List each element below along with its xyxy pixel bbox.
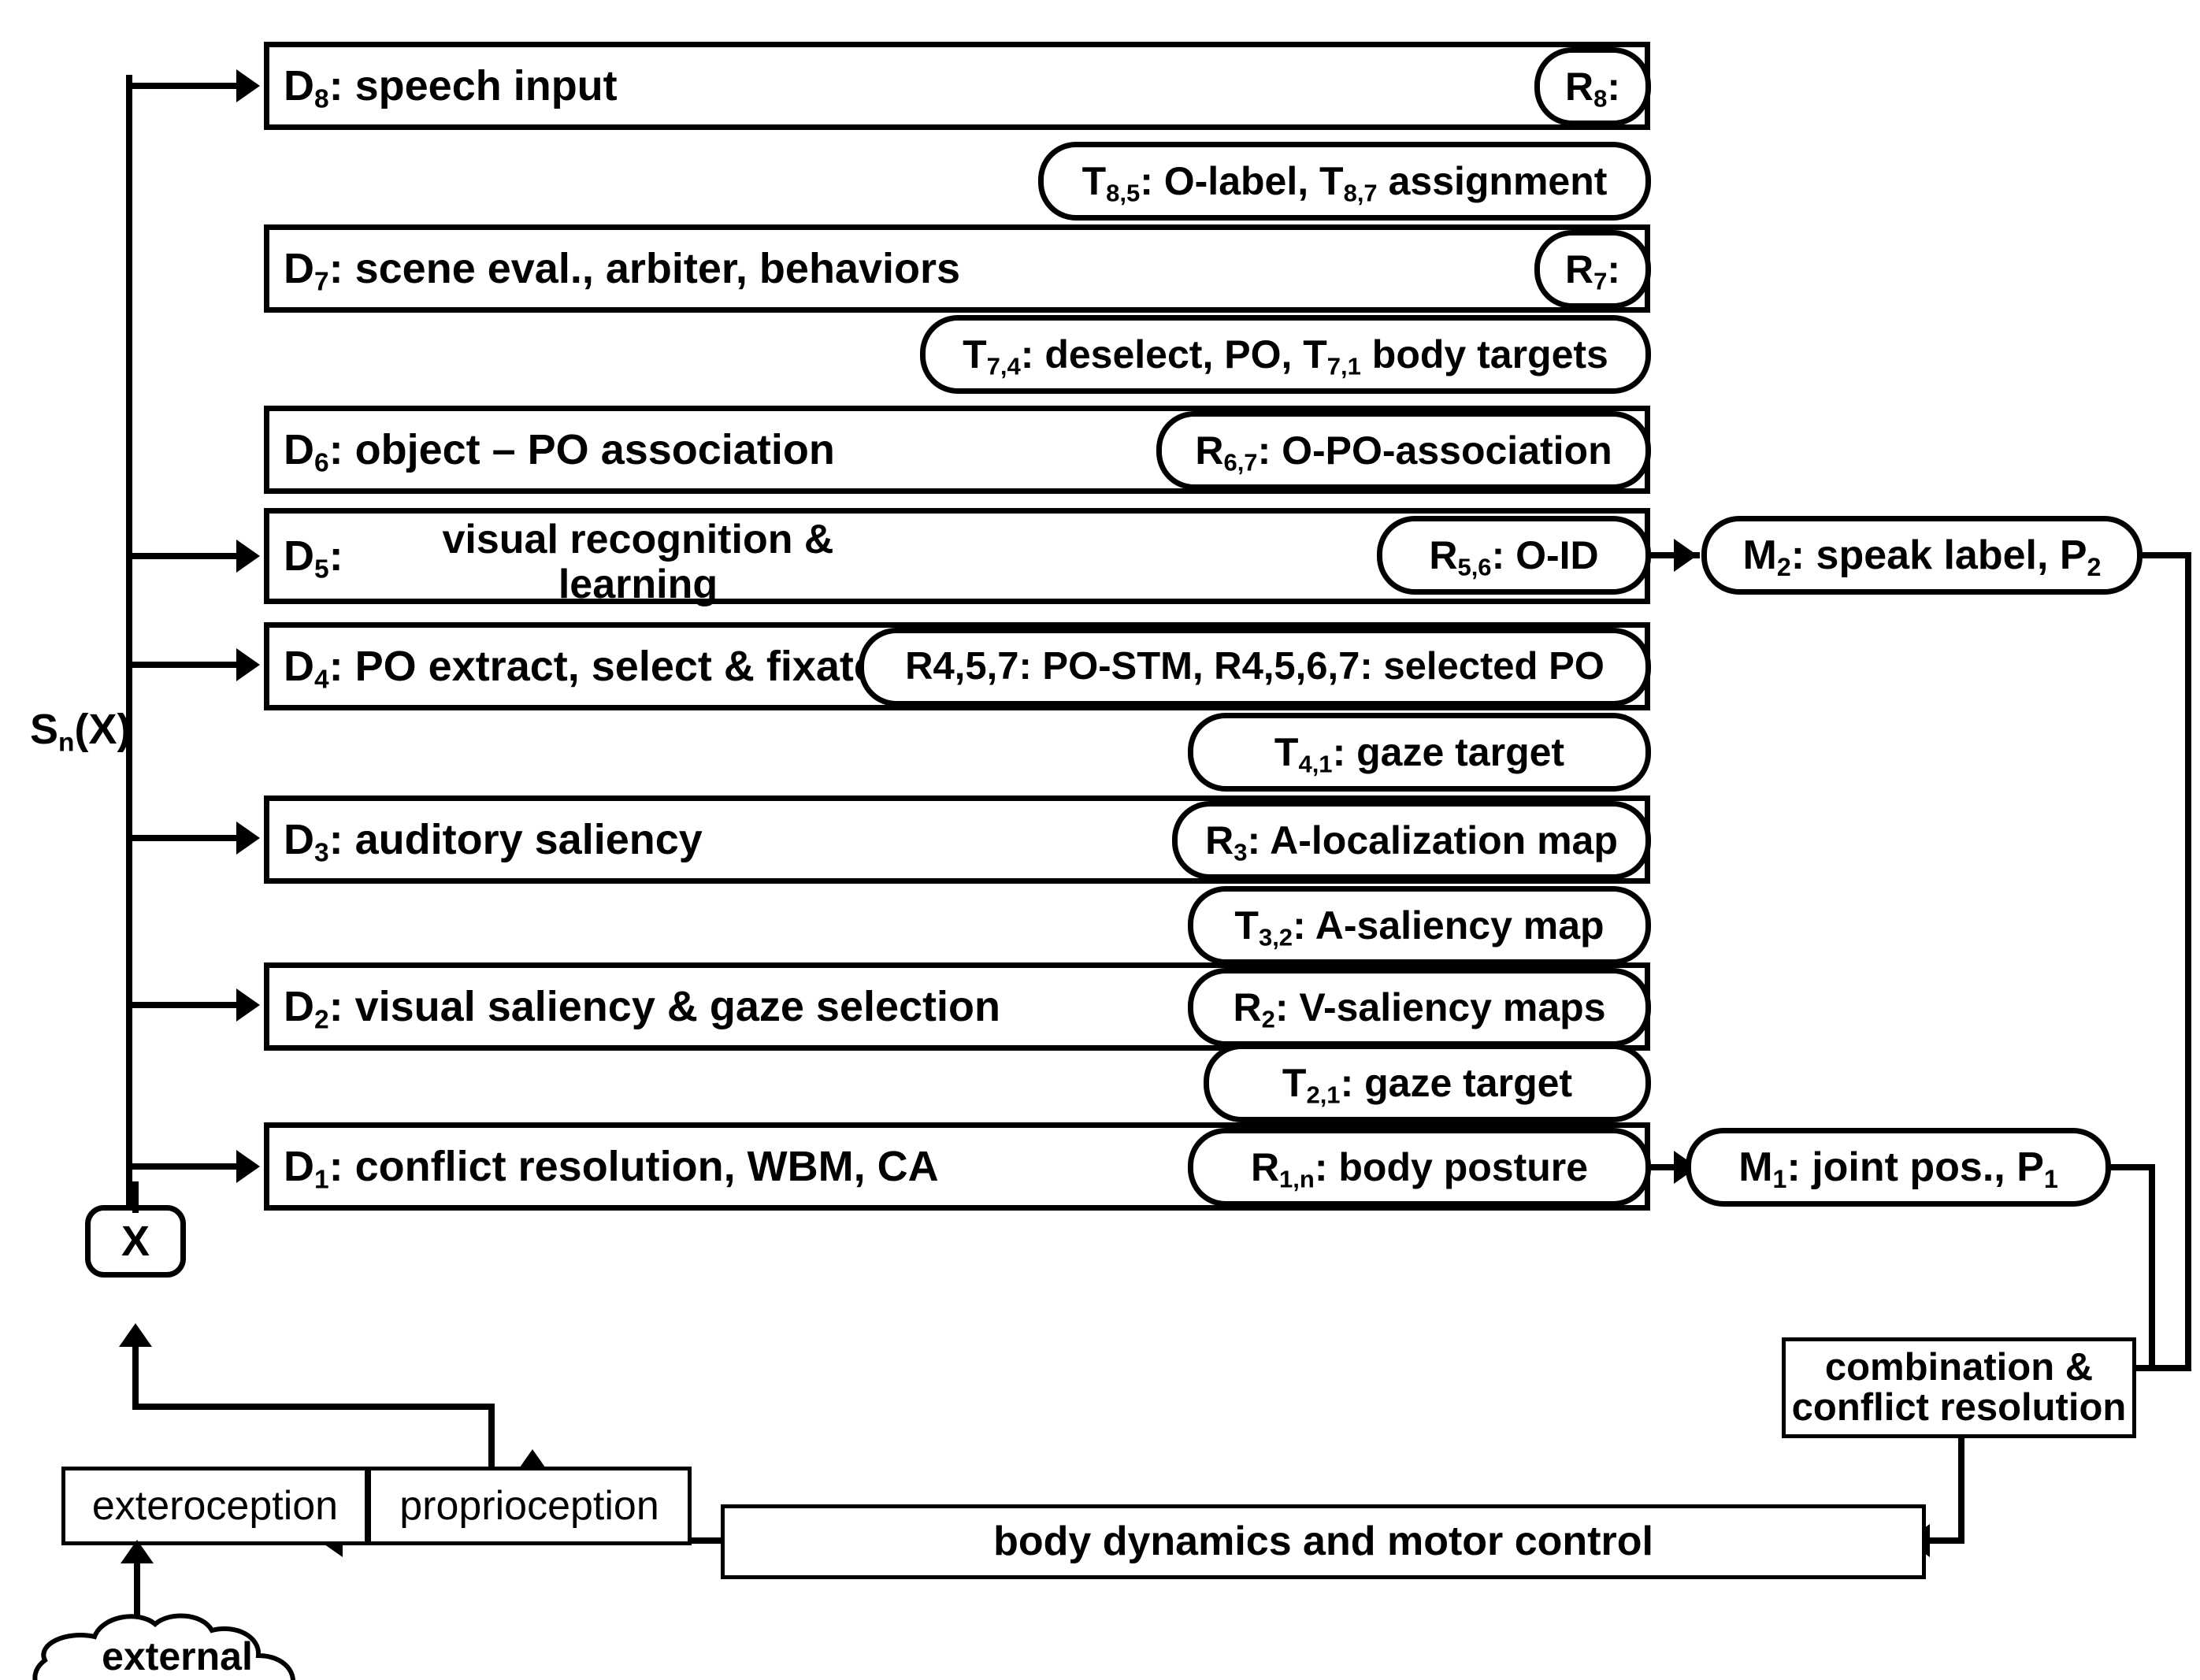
arrow-into-m2 — [1674, 539, 1697, 572]
transfer-t85[interactable]: T8,5: O-label, T8,7 assignment — [1038, 142, 1651, 221]
line-x-to-bus — [132, 1181, 139, 1213]
representation-label-r56: R5,6: O-ID — [1429, 532, 1599, 581]
sn-x-label: Sn(X) — [30, 706, 132, 758]
combination-conflict-resolution-box[interactable]: combination & conflict resolution — [1782, 1337, 2136, 1438]
x-node-label: X — [121, 1218, 150, 1265]
layer-label-d2: D2: visual saliency & gaze selection — [284, 982, 1000, 1035]
body-dynamics-box[interactable]: body dynamics and motor control — [721, 1504, 1926, 1579]
bus-branch-d1 — [126, 1163, 252, 1170]
line-proprioception-up — [488, 1404, 495, 1470]
representation-r3[interactable]: R3: A-localization map — [1172, 801, 1651, 880]
layer-label-d5-line1: visual recognition & — [442, 517, 834, 562]
representation-label-r2: R2: V-saliency maps — [1233, 985, 1606, 1033]
motor-label-m1: M1: joint pos., P1 — [1738, 1144, 2058, 1193]
layer-label-d5-line2: learning — [558, 562, 718, 607]
layer-label-d5: D5: — [284, 532, 343, 584]
motor-m1[interactable]: M1: joint pos., P1 — [1686, 1128, 2111, 1207]
representation-label-r8: R8: — [1564, 64, 1620, 113]
representation-r7[interactable]: R7: — [1534, 230, 1651, 309]
diagram-canvas: Sn(X) D8: speech input R8: T8,5: O-label… — [0, 0, 2200, 1680]
body-dynamics-label: body dynamics and motor control — [993, 1519, 1653, 1565]
combination-label-line2: conflict resolution — [1791, 1386, 2127, 1429]
exteroception-label: exteroception — [91, 1482, 339, 1529]
layer-label-d4: D4: PO extract, select & fixate — [284, 642, 877, 695]
representation-label-r67: R6,7: O-PO-association — [1195, 428, 1612, 477]
line-m2-down — [2185, 552, 2191, 1371]
bus-branch-d3 — [126, 835, 252, 841]
arrow-into-d1 — [236, 1150, 260, 1183]
line-sensors-bridge-horizontal — [132, 1404, 495, 1410]
layer-label-d3: D3: auditory saliency — [284, 815, 703, 868]
transfer-label-t74: T7,4: deselect, PO, T7,1 body targets — [963, 332, 1608, 380]
transfer-label-t41: T4,1: gaze target — [1274, 729, 1565, 778]
transfer-t74[interactable]: T7,4: deselect, PO, T7,1 body targets — [920, 315, 1651, 394]
representation-label-r3: R3: A-localization map — [1205, 818, 1618, 866]
representation-r56[interactable]: R5,6: O-ID — [1377, 516, 1651, 595]
layer-box-d7[interactable]: D7: scene eval., arbiter, behaviors — [264, 224, 1650, 313]
left-bus-vertical-line — [126, 75, 132, 1241]
motor-label-m2: M2: speak label, P2 — [1742, 532, 2102, 581]
representation-r8[interactable]: R8: — [1534, 47, 1651, 126]
representation-label-r1n: R1,n: body posture — [1250, 1144, 1589, 1193]
transfer-label-t32: T3,2: A-saliency map — [1234, 903, 1605, 951]
line-m1-down — [2149, 1164, 2155, 1367]
line-sensors-up-to-x — [132, 1339, 139, 1410]
transfer-label-t21: T2,1: gaze target — [1282, 1060, 1573, 1109]
x-node[interactable]: X — [85, 1205, 186, 1278]
line-combination-down — [1958, 1438, 1964, 1541]
representation-r2[interactable]: R2: V-saliency maps — [1188, 968, 1651, 1047]
motor-m2[interactable]: M2: speak label, P2 — [1701, 516, 2142, 595]
layer-label-d8: D8: speech input — [284, 61, 618, 114]
transfer-t41[interactable]: T4,1: gaze target — [1188, 713, 1651, 792]
bus-branch-d8 — [126, 83, 252, 89]
proprioception-box[interactable]: proprioception — [367, 1467, 692, 1545]
arrow-into-d3 — [236, 821, 260, 855]
layer-label-d6: D6: object – PO association — [284, 425, 835, 478]
arrow-into-d5 — [236, 540, 260, 573]
external-world-label-line1: external — [102, 1634, 253, 1678]
line-m2-right-stub — [2142, 552, 2191, 558]
bus-branch-d4 — [126, 662, 252, 668]
transfer-label-t85: T8,5: O-label, T8,7 assignment — [1081, 158, 1608, 207]
arrow-into-exteroception — [121, 1540, 154, 1563]
representation-r67[interactable]: R6,7: O-PO-association — [1156, 411, 1651, 490]
representation-r4567[interactable]: R4,5,7: PO-STM, R4,5,6,7: selected PO — [859, 628, 1651, 706]
arrow-into-d2 — [236, 988, 260, 1022]
arrow-into-d8 — [236, 69, 260, 102]
arrow-into-d4 — [236, 648, 260, 681]
representation-label-r4567: R4,5,7: PO-STM, R4,5,6,7: selected PO — [905, 645, 1605, 688]
representation-r1n[interactable]: R1,n: body posture — [1188, 1128, 1651, 1207]
arrow-into-x — [119, 1323, 152, 1347]
layer-box-d8[interactable]: D8: speech input — [264, 42, 1650, 130]
combination-label-line1: combination & — [1824, 1345, 2094, 1389]
bus-branch-d2 — [126, 1002, 252, 1008]
transfer-t21[interactable]: T2,1: gaze target — [1204, 1044, 1651, 1122]
layer-label-d1: D1: conflict resolution, WBM, CA — [284, 1142, 939, 1195]
bus-branch-d5 — [126, 553, 252, 559]
layer-label-d7: D7: scene eval., arbiter, behaviors — [284, 244, 961, 297]
proprioception-label: proprioception — [399, 1482, 659, 1529]
representation-label-r7: R7: — [1564, 247, 1620, 295]
exteroception-box[interactable]: exteroception — [61, 1467, 369, 1545]
transfer-t32[interactable]: T3,2: A-saliency map — [1188, 886, 1651, 965]
